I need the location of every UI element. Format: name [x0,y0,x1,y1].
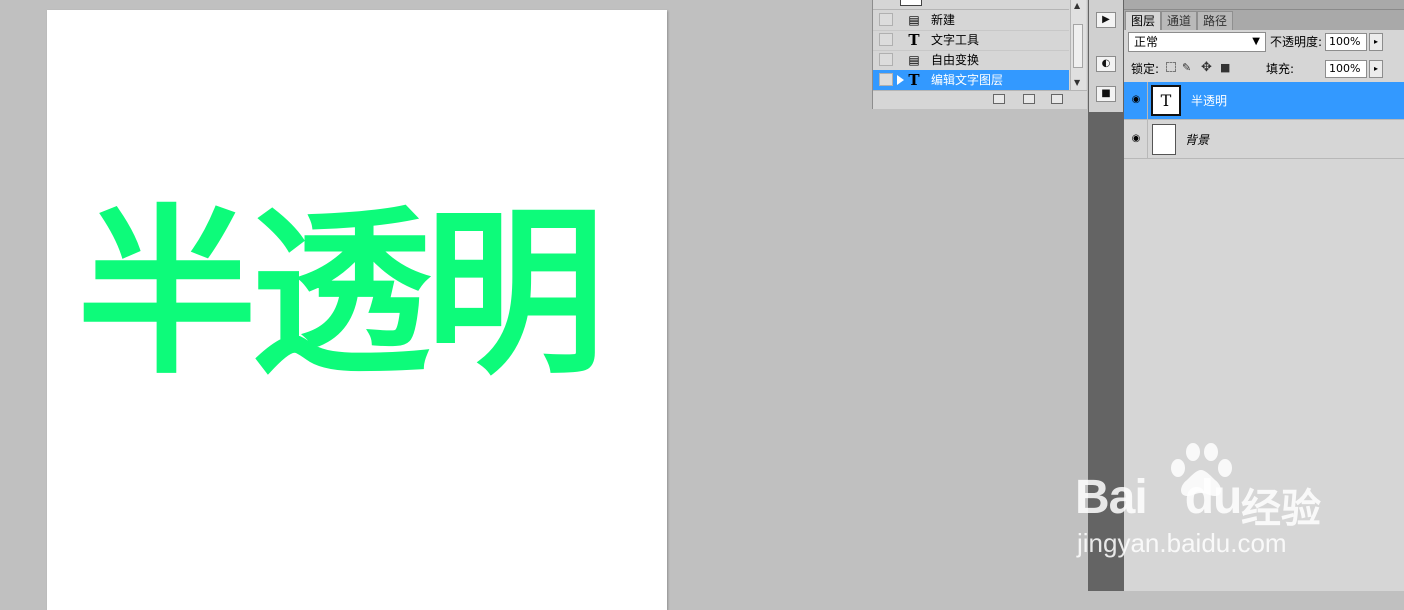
history-item-label: 新建 [931,13,956,27]
history-footer [873,90,1087,109]
panel-dock-strip: ▶ ◐ ■ [1088,0,1124,591]
fill-stepper-icon[interactable]: ▸ [1369,60,1383,78]
text-tool-icon: T [908,31,920,49]
history-snapshot-row[interactable] [873,0,1069,10]
lock-position-icon[interactable]: ✥ [1201,61,1212,75]
lock-image-pixels-icon[interactable]: ✎ [1182,61,1191,75]
delete-state-icon[interactable] [1051,94,1063,104]
canvas-text-layer[interactable]: 半透明 [77,184,657,404]
actions-play-icon[interactable]: ▶ [1096,12,1116,28]
snapshot-thumbnail [900,0,922,6]
layer-row-text[interactable]: ◉ T 半透明 [1124,82,1404,120]
document-icon: ▤ [908,53,920,67]
history-source-checkbox[interactable] [879,73,893,86]
opacity-input[interactable]: 100% [1325,33,1367,51]
scrollbar-thumb[interactable] [1073,24,1083,68]
document-icon: ▤ [908,13,920,27]
history-item-free-transform[interactable]: ▤ 自由变换 [873,50,1069,71]
scroll-up-icon[interactable]: ▲ [1074,1,1080,11]
layer-name[interactable]: 半透明 [1191,82,1227,120]
fill-label: 填充: [1266,62,1295,76]
layers-tab-bar: 图层 通道 路径 [1124,0,1404,30]
tab-paths[interactable]: 路径 [1197,11,1234,30]
visibility-eye-icon[interactable]: ◉ [1129,132,1143,146]
blend-mode-select[interactable]: 正常 ▼ [1128,32,1266,52]
blend-options-row: 正常 ▼ 不透明度: 100% ▸ [1124,30,1404,56]
fill-input[interactable]: 100% [1325,60,1367,78]
history-item-label: 编辑文字图层 [931,73,1004,87]
blend-mode-value: 正常 [1134,35,1159,49]
history-panel: ▤ 新建 T 文字工具 ▤ 自由变换 T 编辑文字图层 ▲ ▼ [872,0,1087,109]
lock-label: 锁定: [1131,62,1160,76]
tab-layers[interactable]: 图层 [1125,11,1162,30]
history-scrollbar[interactable]: ▲ ▼ [1070,0,1086,90]
history-item-text-tool[interactable]: T 文字工具 [873,30,1069,51]
text-layer-icon: T [1160,91,1172,110]
layer-thumbnail [1152,124,1176,155]
layer-thumbnail: T [1151,85,1181,116]
history-item-edit-text-layer[interactable]: T 编辑文字图层 [873,70,1069,91]
visibility-eye-icon[interactable]: ◉ [1129,93,1143,107]
brush-presets-icon[interactable]: ◐ [1096,56,1116,72]
layer-name[interactable]: 背景 [1185,121,1209,159]
history-source-checkbox[interactable] [879,13,893,26]
clone-source-icon[interactable]: ■ [1096,86,1116,102]
opacity-label: 不透明度: [1270,35,1323,49]
eye-column-divider [1147,82,1148,159]
history-state-marker-icon [897,75,904,85]
tab-channels[interactable]: 通道 [1161,11,1198,30]
layer-row-background[interactable]: ◉ 背景 [1124,121,1404,159]
layers-panel: 图层 通道 路径 正常 ▼ 不透明度: 100% ▸ 锁定: 填充: 100% … [1124,0,1404,591]
new-snapshot-icon[interactable] [1023,94,1035,104]
lock-transparent-pixels-icon[interactable] [1166,62,1176,72]
scroll-down-icon[interactable]: ▼ [1074,78,1080,88]
lock-all-icon[interactable]: ■ [1220,61,1230,75]
history-source-checkbox[interactable] [879,33,893,46]
history-source-checkbox[interactable] [879,53,893,66]
collapsed-panel-icons: ▶ ◐ ■ [1089,0,1123,112]
opacity-stepper-icon[interactable]: ▸ [1369,33,1383,51]
history-item-label: 文字工具 [931,33,980,47]
chevron-down-icon: ▼ [1252,36,1260,47]
new-document-from-state-icon[interactable] [993,94,1005,104]
text-tool-icon: T [908,71,920,89]
history-item-new[interactable]: ▤ 新建 [873,10,1069,31]
upper-panel-tabs [1124,0,1404,10]
document-canvas[interactable]: 半透明 [47,10,667,610]
history-item-label: 自由变换 [931,53,980,67]
